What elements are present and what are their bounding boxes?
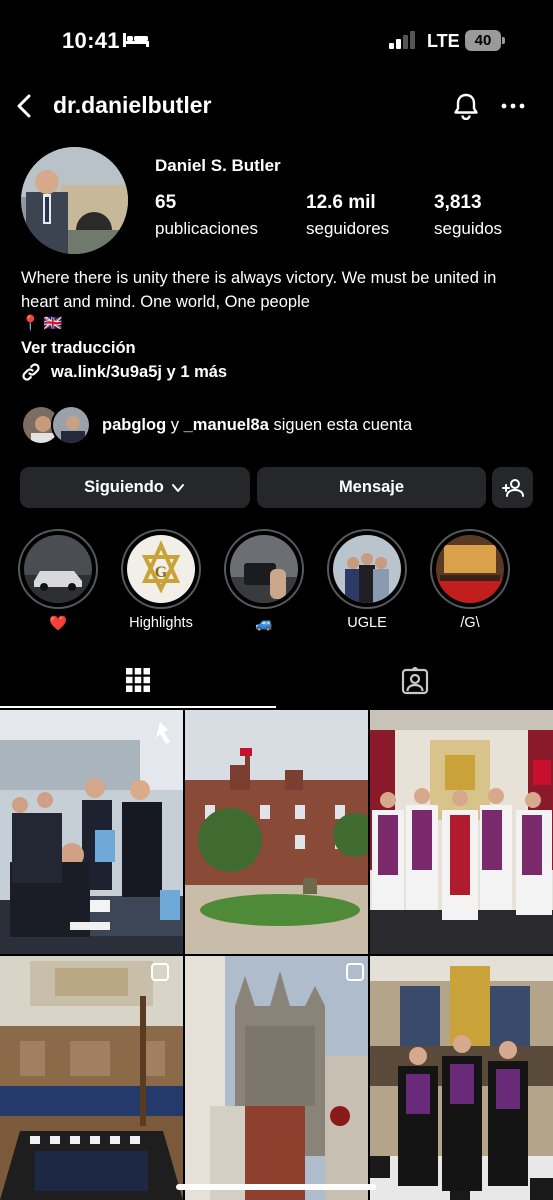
message-button-label: Mensaje xyxy=(338,478,405,496)
active-tab-indicator xyxy=(0,706,276,708)
highlight-label: ❤️ xyxy=(48,616,68,632)
profile-full-name: Daniel S. Butler xyxy=(155,156,281,175)
follower-avatar xyxy=(51,405,91,445)
following-button[interactable]: Siguiendo xyxy=(20,467,250,508)
highlight-cover xyxy=(230,535,298,603)
followers-label: seguidores xyxy=(306,219,390,238)
bell-icon[interactable] xyxy=(452,92,480,120)
following-count: 3,813 xyxy=(434,192,482,213)
highlight-item[interactable]: G Highlights xyxy=(121,529,201,633)
highlight-label: /G\ xyxy=(460,615,480,631)
network-type: LTE xyxy=(427,31,460,51)
highlight-label: 🚙 xyxy=(254,616,274,632)
svg-text:G: G xyxy=(155,564,168,581)
highlight-item[interactable]: 🚙 xyxy=(224,529,304,633)
bed-icon xyxy=(123,33,149,47)
bio-emoji-text: 📍 🇬🇧 xyxy=(21,315,63,332)
followed-by-conj: y xyxy=(170,415,179,434)
highlight-label: UGLE xyxy=(347,615,387,631)
posts-count: 65 xyxy=(155,192,177,213)
more-icon[interactable] xyxy=(500,92,526,120)
post-thumbnail[interactable] xyxy=(370,710,553,954)
stat-following[interactable]: 3,813 seguidos xyxy=(434,192,502,239)
battery-icon: 40 xyxy=(465,30,505,51)
stat-posts[interactable]: 65 publicaciones xyxy=(155,192,258,239)
highlight-item[interactable]: UGLE xyxy=(327,529,407,633)
status-time: 10:41 xyxy=(62,28,120,53)
profile-link-text: wa.link/3u9a5j y 1 más xyxy=(51,362,228,381)
tagged-icon[interactable] xyxy=(401,667,429,695)
add-person-icon xyxy=(501,478,524,497)
highlight-cover xyxy=(24,535,92,603)
highlight-label: Highlights xyxy=(129,615,193,631)
profile-bio: Where there is unity there is always vic… xyxy=(21,269,497,311)
followed-by-suffix: siguen esta cuenta xyxy=(273,415,413,434)
post-thumbnail[interactable] xyxy=(370,956,553,1200)
following-button-label: Siguiendo xyxy=(84,478,164,496)
profile-tabs xyxy=(0,655,553,709)
back-icon[interactable] xyxy=(14,92,38,120)
followed-by-user1[interactable]: pabglog xyxy=(102,416,166,434)
post-thumbnail[interactable] xyxy=(185,710,368,954)
highlight-item[interactable]: ❤️ xyxy=(18,529,98,633)
followed-by-row[interactable]: pabglog y _manuel8a siguen esta cuenta xyxy=(21,405,412,445)
post-thumbnail[interactable] xyxy=(0,956,183,1200)
home-indicator xyxy=(176,1184,376,1190)
highlight-cover: G xyxy=(127,535,195,603)
grid-icon[interactable] xyxy=(125,667,151,693)
translate-link[interactable]: Ver traducción xyxy=(21,339,136,358)
message-button[interactable]: Mensaje xyxy=(257,467,486,508)
following-label: seguidos xyxy=(434,219,503,238)
post-thumbnail[interactable] xyxy=(0,710,183,954)
bio-emojis: 📍 🇬🇧 xyxy=(21,314,63,332)
posts-label: publicaciones xyxy=(155,219,259,238)
link-icon xyxy=(22,363,40,381)
header-username: dr.danielbutler xyxy=(53,92,212,118)
followers-count: 12.6 mil xyxy=(306,192,376,213)
chevron-down-icon xyxy=(171,483,184,492)
followed-by-user2[interactable]: _manuel8a xyxy=(184,416,269,434)
status-bar: 10:41 LTE 40 xyxy=(0,0,553,80)
highlight-item[interactable]: /G\ xyxy=(430,529,510,633)
profile-link[interactable]: wa.link/3u9a5j y 1 más xyxy=(21,362,227,382)
highlight-cover xyxy=(436,535,504,603)
stat-followers[interactable]: 12.6 mil seguidores xyxy=(306,192,389,239)
signal-icon xyxy=(389,31,415,49)
followed-by-text: pabglog y _manuel8a siguen esta cuenta xyxy=(102,416,412,435)
post-thumbnail[interactable] xyxy=(185,956,368,1200)
profile-header: dr.danielbutler xyxy=(0,80,553,132)
highlight-cover xyxy=(333,535,401,603)
suggest-users-button[interactable] xyxy=(492,467,533,508)
profile-avatar[interactable] xyxy=(21,147,128,254)
